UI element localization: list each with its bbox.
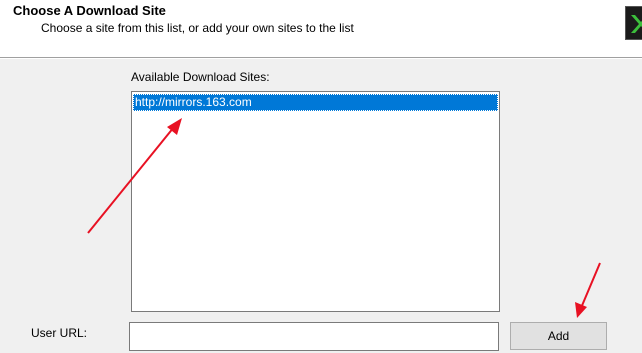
page-subtitle: Choose a site from this list, or add you… — [41, 21, 354, 35]
list-item-site[interactable]: http://mirrors.163.com — [133, 94, 498, 111]
annotation-arrow-to-add-button — [575, 262, 601, 318]
user-url-label: User URL: — [31, 326, 88, 340]
wizard-header: Choose A Download Site Choose a site fro… — [0, 0, 642, 57]
user-url-input[interactable] — [129, 322, 499, 351]
available-sites-label: Available Download Sites: — [131, 70, 270, 84]
download-sites-list[interactable]: http://mirrors.163.com — [131, 91, 500, 312]
page-title: Choose A Download Site — [13, 3, 166, 18]
add-button[interactable]: Add — [510, 322, 607, 350]
cygwin-setup-icon — [625, 6, 642, 40]
header-separator — [0, 57, 642, 59]
